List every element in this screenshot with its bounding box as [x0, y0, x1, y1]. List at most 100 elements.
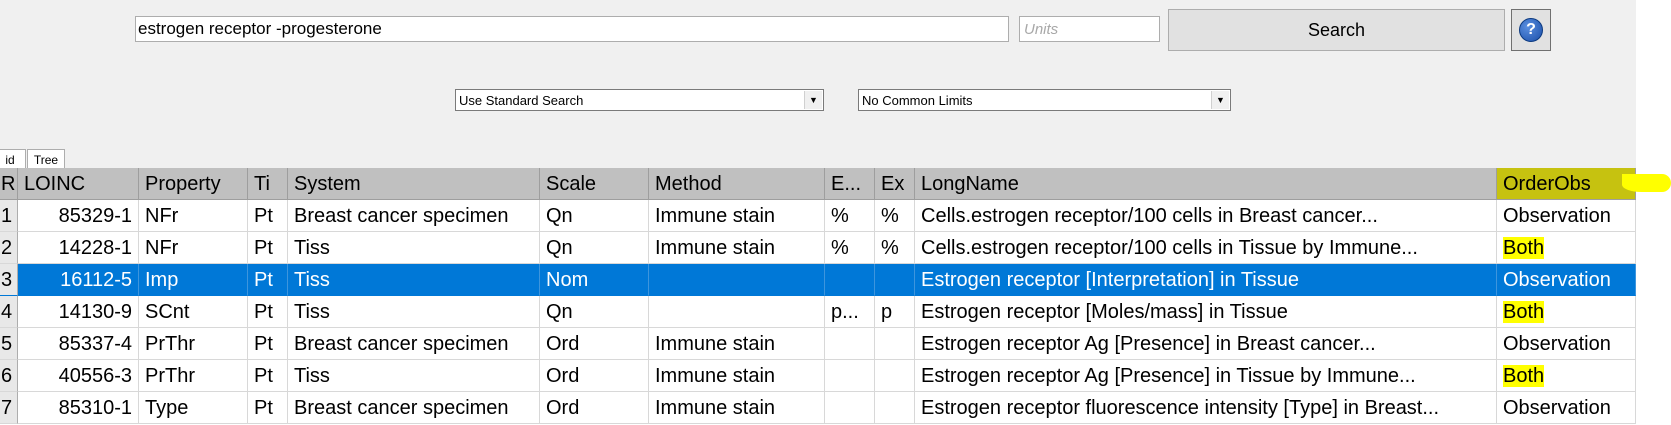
cell-e[interactable]: p... [825, 296, 875, 328]
cell-longname[interactable]: Estrogen receptor fluorescence intensity… [915, 392, 1497, 424]
cell-system[interactable]: Breast cancer specimen [288, 200, 540, 232]
cell-orderobs[interactable]: Observation [1497, 200, 1636, 232]
cell-system[interactable]: Tiss [288, 232, 540, 264]
cell-ti[interactable]: Pt [248, 360, 288, 392]
cell-e[interactable]: % [825, 200, 875, 232]
cell-longname[interactable]: Cells.estrogen receptor/100 cells in Tis… [915, 232, 1497, 264]
cell-num[interactable]: 6 [0, 360, 18, 392]
cell-orderobs[interactable]: Observation [1497, 328, 1636, 360]
cell-property[interactable]: Type [139, 392, 248, 424]
table-row[interactable]: 3 16112-5 Imp Pt Tiss Nom Estrogen receptor [I… [0, 264, 1636, 296]
cell-scale[interactable]: Nom [540, 264, 649, 296]
cell-method[interactable]: Immune stain [649, 360, 825, 392]
cell-property[interactable]: SCnt [139, 296, 248, 328]
cell-method[interactable] [649, 264, 825, 296]
column-header-loinc[interactable]: LOINC [18, 168, 139, 200]
cell-longname[interactable]: Cells.estrogen receptor/100 cells in Bre… [915, 200, 1497, 232]
cell-ti[interactable]: Pt [248, 200, 288, 232]
cell-system[interactable]: Tiss [288, 296, 540, 328]
cell-num[interactable]: 5 [0, 328, 18, 360]
cell-orderobs[interactable]: Observation [1497, 264, 1636, 296]
cell-ti[interactable]: Pt [248, 264, 288, 296]
cell-ti[interactable]: Pt [248, 392, 288, 424]
cell-ex[interactable] [875, 328, 915, 360]
cell-scale[interactable]: Ord [540, 392, 649, 424]
column-header-ti[interactable]: Ti [248, 168, 288, 200]
cell-longname[interactable]: Estrogen receptor Ag [Presence] in Breas… [915, 328, 1497, 360]
chevron-down-icon[interactable]: ▼ [804, 91, 822, 109]
cell-scale[interactable]: Qn [540, 296, 649, 328]
cell-ex[interactable] [875, 264, 915, 296]
cell-ex[interactable] [875, 360, 915, 392]
column-header-system[interactable]: System [288, 168, 540, 200]
chevron-down-icon[interactable]: ▼ [1211, 91, 1229, 109]
cell-scale[interactable]: Qn [540, 200, 649, 232]
tab-tree[interactable]: Tree [27, 149, 65, 169]
cell-ex[interactable] [875, 392, 915, 424]
cell-property[interactable]: NFr [139, 200, 248, 232]
cell-e[interactable] [825, 392, 875, 424]
cell-system[interactable]: Breast cancer specimen [288, 328, 540, 360]
cell-system[interactable]: Tiss [288, 360, 540, 392]
cell-num[interactable]: 1 [0, 200, 18, 232]
cell-loinc[interactable]: 85310-1 [18, 392, 139, 424]
cell-scale[interactable]: Ord [540, 360, 649, 392]
search-input[interactable] [135, 16, 1009, 42]
column-header-longname[interactable]: LongName [915, 168, 1497, 200]
cell-loinc[interactable]: 40556-3 [18, 360, 139, 392]
cell-num[interactable]: 7 [0, 392, 18, 424]
cell-loinc[interactable]: 16112-5 [18, 264, 139, 296]
column-header-scale[interactable]: Scale [540, 168, 649, 200]
table-row[interactable]: 5 85337-4 PrThr Pt Breast cancer specimen Ord… [0, 328, 1636, 360]
cell-orderobs[interactable]: Both [1497, 232, 1636, 264]
cell-loinc[interactable]: 14228-1 [18, 232, 139, 264]
cell-e[interactable] [825, 264, 875, 296]
column-header-property[interactable]: Property [139, 168, 248, 200]
cell-orderobs[interactable]: Observation [1497, 392, 1636, 424]
cell-num[interactable]: 3 [0, 264, 18, 296]
cell-ex[interactable]: % [875, 232, 915, 264]
cell-method[interactable]: Immune stain [649, 232, 825, 264]
cell-scale[interactable]: Qn [540, 232, 649, 264]
cell-num[interactable]: 2 [0, 232, 18, 264]
help-button[interactable]: ? [1511, 9, 1551, 51]
cell-property[interactable]: NFr [139, 232, 248, 264]
cell-property[interactable]: PrThr [139, 360, 248, 392]
cell-method[interactable] [649, 296, 825, 328]
cell-num[interactable]: 4 [0, 296, 18, 328]
cell-property[interactable]: Imp [139, 264, 248, 296]
tab-grid[interactable]: id [0, 149, 26, 169]
table-row[interactable]: 2 14228-1 NFr Pt Tiss Qn Immune stain%% Cells.e… [0, 232, 1636, 264]
cell-ti[interactable]: Pt [248, 232, 288, 264]
column-header-rownum[interactable]: R [0, 168, 18, 200]
cell-loinc[interactable]: 14130-9 [18, 296, 139, 328]
cell-ti[interactable]: Pt [248, 296, 288, 328]
cell-longname[interactable]: Estrogen receptor Ag [Presence] in Tissu… [915, 360, 1497, 392]
cell-orderobs[interactable]: Both [1497, 360, 1636, 392]
cell-property[interactable]: PrThr [139, 328, 248, 360]
column-header-orderobs[interactable]: OrderObs [1497, 168, 1636, 200]
column-header-method[interactable]: Method [649, 168, 825, 200]
search-mode-dropdown[interactable]: Use Standard Search ▼ [455, 89, 824, 111]
column-header-e[interactable]: E... [825, 168, 875, 200]
cell-ex[interactable]: % [875, 200, 915, 232]
units-input[interactable] [1019, 16, 1160, 42]
cell-system[interactable]: Breast cancer specimen [288, 392, 540, 424]
cell-longname[interactable]: Estrogen receptor [Moles/mass] in Tissue [915, 296, 1497, 328]
cell-longname[interactable]: Estrogen receptor [Interpretation] in Ti… [915, 264, 1497, 296]
cell-method[interactable]: Immune stain [649, 392, 825, 424]
table-row[interactable]: 4 14130-9 SCnt Pt Tiss Qn p... p Estrogen recept… [0, 296, 1636, 328]
cell-system[interactable]: Tiss [288, 264, 540, 296]
cell-ex[interactable]: p [875, 296, 915, 328]
cell-loinc[interactable]: 85337-4 [18, 328, 139, 360]
cell-e[interactable]: % [825, 232, 875, 264]
cell-ti[interactable]: Pt [248, 328, 288, 360]
table-row[interactable]: 7 85310-1 Type Pt Breast cancer specimen Ord I… [0, 392, 1636, 424]
cell-method[interactable]: Immune stain [649, 328, 825, 360]
cell-e[interactable] [825, 360, 875, 392]
column-header-ex[interactable]: Ex [875, 168, 915, 200]
cell-e[interactable] [825, 328, 875, 360]
search-button[interactable]: Search [1168, 9, 1505, 51]
table-row[interactable]: 1 85329-1 NFr Pt Breast cancer specimen Qn Imm… [0, 200, 1636, 232]
cell-scale[interactable]: Ord [540, 328, 649, 360]
